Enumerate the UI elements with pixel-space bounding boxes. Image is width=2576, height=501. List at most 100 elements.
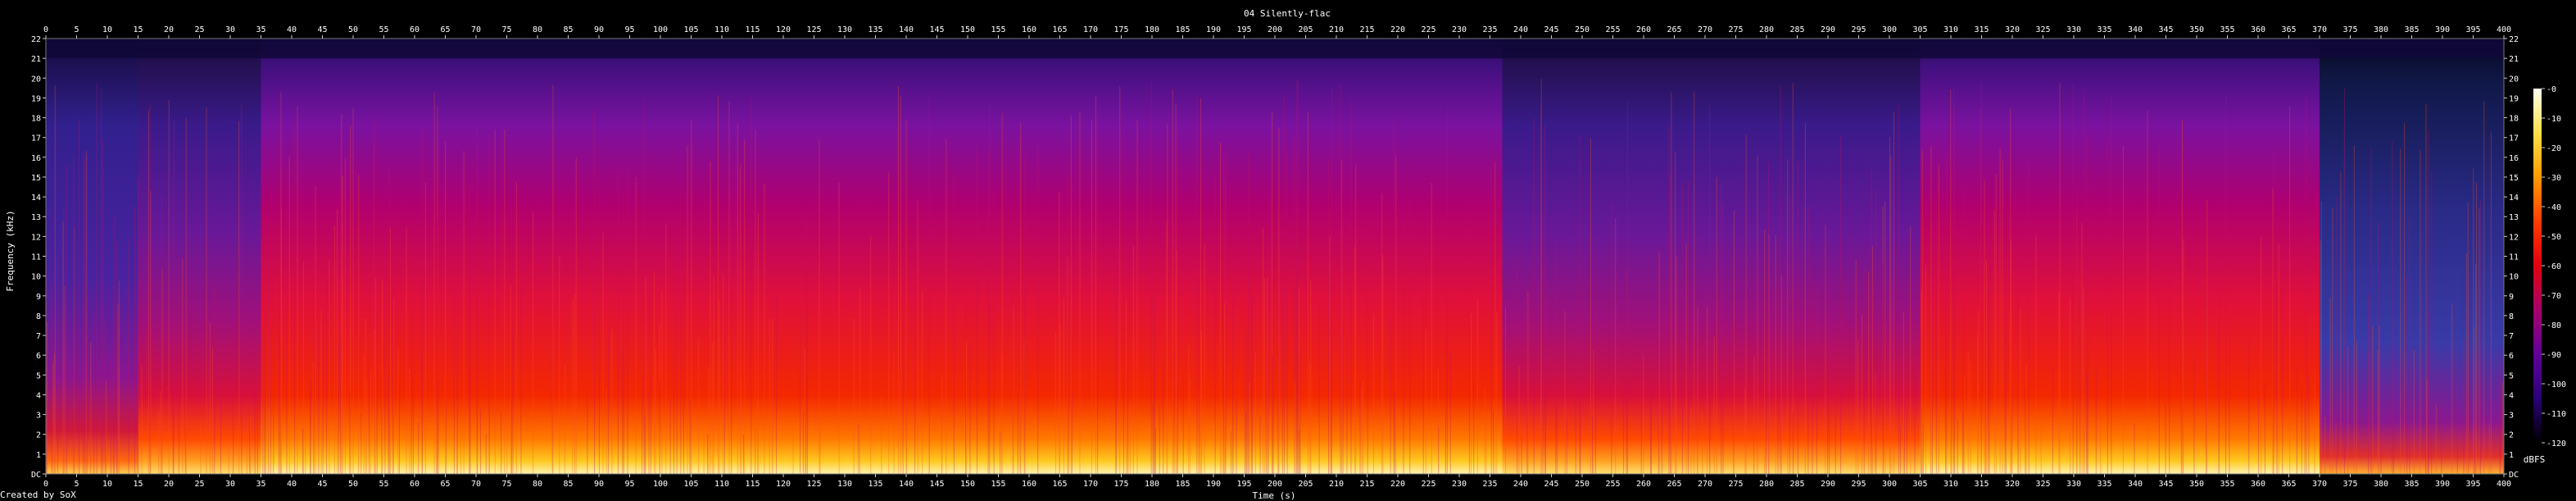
x-tick-label-bottom: 210 [1329, 480, 1344, 489]
x-tick-label-bottom: 95 [624, 480, 634, 489]
y-axis-left: DC12345678910111213141516171819202122 [31, 35, 46, 480]
x-tick-label-top: 65 [440, 25, 450, 34]
x-tick-label-top: 320 [2005, 25, 2020, 34]
x-tick-label-top: 160 [1022, 25, 1036, 34]
x-tick-label-bottom: 220 [1390, 480, 1405, 489]
y-tick-label-right: 15 [2509, 174, 2519, 183]
y-tick-label-left: 6 [36, 352, 41, 361]
spectrogram-segment [138, 39, 261, 474]
x-tick-label-bottom: 260 [1636, 480, 1651, 489]
x-tick-label-top: 370 [2312, 25, 2327, 34]
x-tick-label-top: 280 [1759, 25, 1774, 34]
x-tick-label-top: 255 [1605, 25, 1620, 34]
x-tick-label-bottom: 365 [2281, 480, 2296, 489]
x-tick-label-bottom: 60 [410, 480, 420, 489]
colorbar-tick-label: -80 [2547, 321, 2561, 330]
x-tick-label-bottom: 80 [533, 480, 542, 489]
x-tick-label-bottom: 75 [501, 480, 511, 489]
x-tick-label-top: 360 [2251, 25, 2265, 34]
x-tick-label-top: 260 [1636, 25, 1651, 34]
y-tick-label-right: DC [2509, 471, 2519, 480]
x-tick-label-top: 150 [960, 25, 975, 34]
x-tick-label-bottom: 355 [2220, 480, 2234, 489]
x-tick-label-top: 135 [868, 25, 882, 34]
y-tick-label-left: 10 [31, 273, 41, 282]
x-tick-label-top: 315 [1974, 25, 1989, 34]
x-tick-label-bottom: 320 [2005, 480, 2020, 489]
colorbar-tick-label: -10 [2547, 115, 2561, 124]
x-tick-label-bottom: 315 [1974, 480, 1989, 489]
x-tick-label-bottom: 40 [287, 480, 297, 489]
x-tick-label-top: 145 [929, 25, 944, 34]
x-tick-label-bottom: 25 [194, 480, 204, 489]
y-tick-label-right: 16 [2509, 154, 2519, 163]
y-tick-label-right: 22 [2509, 35, 2519, 44]
y-tick-label-right: 10 [2509, 273, 2519, 282]
x-tick-label-top: 375 [2342, 25, 2357, 34]
x-tick-label-top: 230 [1452, 25, 1467, 34]
x-tick-label-bottom: 170 [1083, 480, 1098, 489]
x-tick-label-bottom: 55 [379, 480, 388, 489]
x-tick-label-top: 225 [1421, 25, 1435, 34]
x-tick-label-bottom: 375 [2342, 480, 2357, 489]
x-tick-label-bottom: 340 [2128, 480, 2143, 489]
x-tick-label-top: 60 [410, 25, 420, 34]
x-tick-label-bottom: 370 [2312, 480, 2327, 489]
x-tick-label-top: 205 [1298, 25, 1313, 34]
x-tick-label-bottom: 190 [1206, 480, 1221, 489]
x-tick-label-bottom: 45 [317, 480, 327, 489]
colorbar-tick-label: -60 [2547, 262, 2561, 271]
x-tick-label-top: 0 [43, 25, 48, 34]
x-tick-label-top: 30 [225, 25, 235, 34]
x-tick-label-top: 400 [2497, 25, 2511, 34]
x-tick-label-top: 310 [1943, 25, 1958, 34]
y-tick-label-left: 4 [36, 391, 41, 400]
x-tick-label-bottom: 270 [1698, 480, 1712, 489]
x-tick-label-bottom: 390 [2435, 480, 2450, 489]
y-tick-label-left: 16 [31, 154, 41, 163]
x-tick-label-bottom: 230 [1452, 480, 1467, 489]
y-tick-label-left: 5 [36, 371, 41, 380]
x-tick-label-top: 5 [74, 25, 79, 34]
x-tick-label-bottom: 70 [471, 480, 481, 489]
y-tick-label-left: 1 [36, 451, 41, 460]
x-tick-label-bottom: 125 [806, 480, 821, 489]
x-tick-label-top: 355 [2220, 25, 2234, 34]
x-tick-label-top: 95 [624, 25, 634, 34]
y-axis-label: Frequency (kHz) [5, 210, 16, 291]
x-tick-label-top: 50 [348, 25, 358, 34]
x-tick-label-top: 75 [501, 25, 511, 34]
x-tick-label-bottom: 140 [899, 480, 914, 489]
x-tick-label-bottom: 15 [133, 480, 143, 489]
x-tick-label-top: 220 [1390, 25, 1405, 34]
x-tick-label-top: 210 [1329, 25, 1344, 34]
x-tick-label-top: 390 [2435, 25, 2450, 34]
y-tick-label-right: 9 [2509, 293, 2514, 302]
x-tick-label-bottom: 295 [1851, 480, 1866, 489]
x-tick-label-top: 70 [471, 25, 481, 34]
x-tick-label-top: 40 [287, 25, 297, 34]
x-tick-label-top: 275 [1728, 25, 1743, 34]
x-tick-label-bottom: 205 [1298, 480, 1313, 489]
x-tick-label-top: 240 [1513, 25, 1528, 34]
x-tick-label-top: 35 [256, 25, 265, 34]
y-tick-label-right: 6 [2509, 352, 2514, 361]
y-tick-label-right: 2 [2509, 431, 2514, 440]
colorbar-tick-label: -100 [2547, 380, 2566, 389]
colorbar-tick-label: -70 [2547, 292, 2561, 301]
y-tick-label-left: 8 [36, 312, 41, 321]
colorbar-tick-label: -40 [2547, 203, 2561, 212]
x-tick-label-bottom: 145 [929, 480, 944, 489]
y-tick-label-right: 12 [2509, 233, 2519, 242]
y-tick-label-right: 1 [2509, 451, 2514, 460]
y-tick-label-left: 14 [31, 194, 41, 203]
x-tick-label-bottom: 155 [991, 480, 1005, 489]
colorbar-tick-label: -50 [2547, 233, 2561, 242]
x-tick-label-top: 80 [533, 25, 542, 34]
x-tick-label-top: 85 [563, 25, 573, 34]
x-tick-label-top: 215 [1359, 25, 1374, 34]
chart-title: 04 Silently-flac [1244, 8, 1331, 19]
x-tick-label-bottom: 240 [1513, 480, 1528, 489]
x-tick-label-bottom: 135 [868, 480, 882, 489]
x-tick-label-bottom: 305 [1912, 480, 1927, 489]
